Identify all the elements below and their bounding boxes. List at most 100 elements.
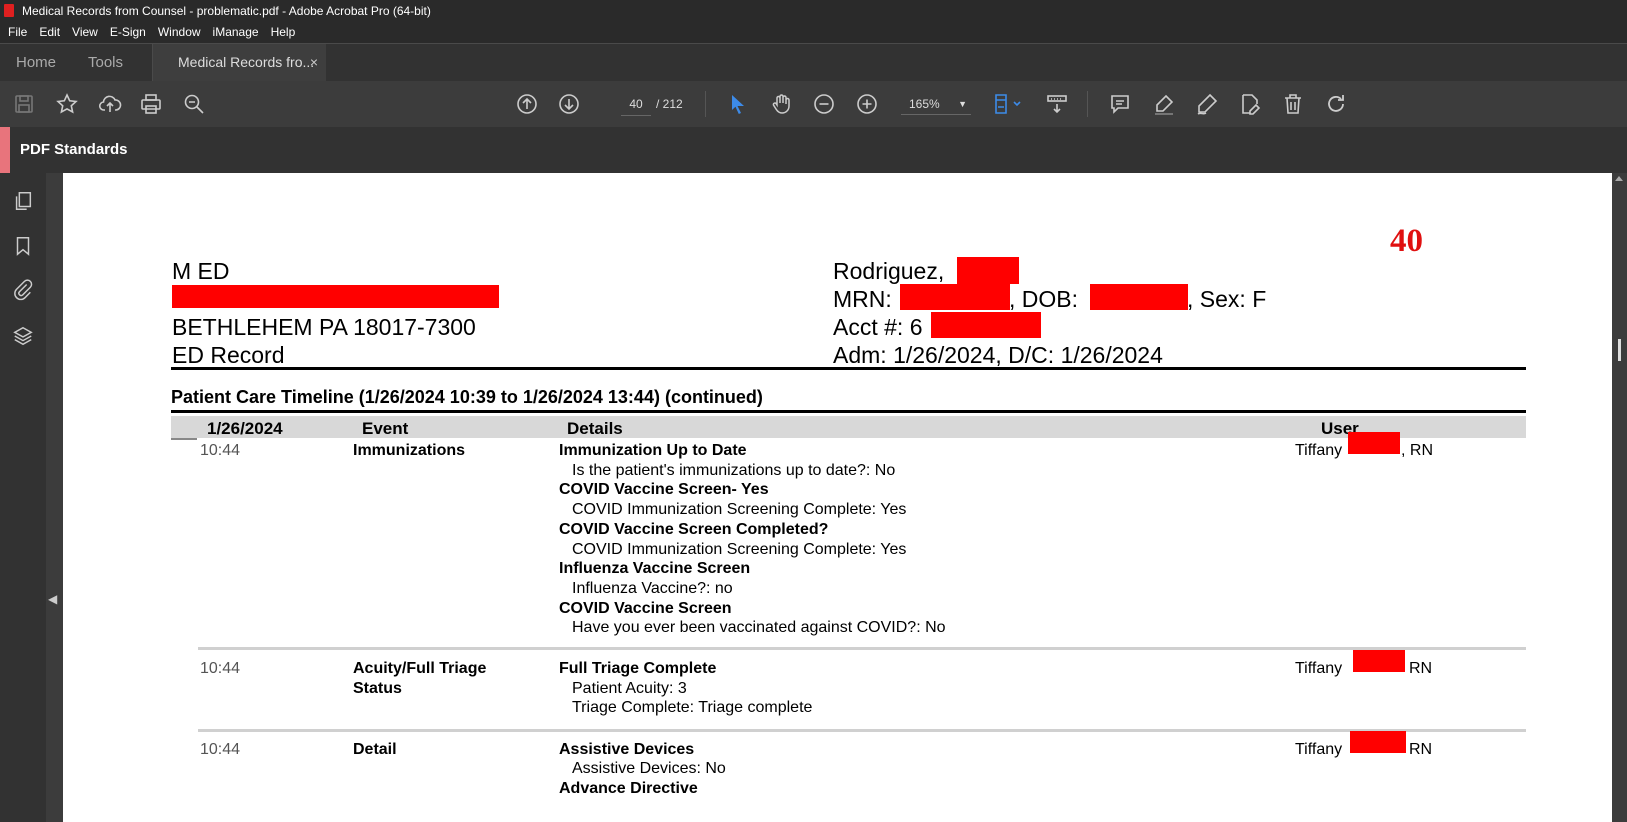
redaction [1348,432,1400,454]
save-icon[interactable] [10,90,38,118]
redaction [1350,731,1406,753]
patient-name: Rodriguez, [833,258,945,284]
detail-heading: Advance Directive [559,780,698,797]
row-event-cont: Status [353,680,402,697]
standards-accent [0,127,10,173]
detail-value: COVID Immunization Screening Complete: Y… [572,541,907,558]
pdf-page: 40 M ED BETHLEHEM PA 18017-7300 ED Recor… [63,173,1612,822]
toolbar-divider [1087,91,1088,117]
column-details: Details [567,419,623,438]
select-tool-icon[interactable] [724,90,752,118]
detail-value: Is the patient's immunizations up to dat… [572,462,896,479]
comment-icon[interactable] [1106,90,1134,118]
row-separator [198,729,1526,732]
zoom-out-icon[interactable] [810,90,838,118]
zoom-select[interactable]: 165% ▼ [901,93,971,115]
timeline-title: Patient Care Timeline (1/26/2024 10:39 t… [171,387,763,407]
zoom-in-icon[interactable] [853,90,881,118]
collapse-panel-icon[interactable]: ◀ [48,592,57,606]
draw-freeform-icon[interactable] [1193,90,1221,118]
redaction [900,284,1010,310]
redaction [1090,284,1188,310]
row-event: Acuity/Full Triage [353,660,487,677]
detail-value: COVID Immunization Screening Complete: Y… [572,501,907,518]
zoom-value: 165% [909,97,940,111]
detail-heading: COVID Vaccine Screen- Yes [559,481,769,498]
user-role: , RN [1401,442,1433,459]
user-role: RN [1409,660,1433,677]
row-time: 10:44 [200,660,241,677]
menu-imanage[interactable]: iManage [207,22,265,43]
facility-address: BETHLEHEM PA 18017-7300 [172,314,476,340]
cloud-upload-icon[interactable] [96,90,124,118]
tab-tools[interactable]: Tools [88,44,123,81]
row-marker [171,438,197,440]
toolbar-divider [705,91,706,117]
attachments-icon[interactable] [10,277,36,303]
timeline-column-header: 1/26/2024 Event Details User [171,416,1526,438]
menu-esign[interactable]: E-Sign [104,22,152,43]
user-name: Tiffany [1295,741,1343,758]
row-event: Detail [353,741,397,758]
menu-file[interactable]: File [2,22,33,43]
dob-label: , DOB: [1009,286,1079,312]
detail-heading: COVID Vaccine Screen [559,600,732,617]
next-page-icon[interactable] [555,90,583,118]
pdf-standards-label[interactable]: PDF Standards [20,127,128,173]
menu-window[interactable]: Window [152,22,207,43]
hand-tool-icon[interactable] [767,90,795,118]
layers-icon[interactable] [10,323,36,349]
previous-page-icon[interactable] [513,90,541,118]
print-icon[interactable] [137,90,165,118]
detail-value: Patient Acuity: 3 [572,680,687,697]
column-event: Event [362,419,409,438]
user-role: RN [1409,741,1433,758]
highlight-icon[interactable] [1150,90,1178,118]
record-type: ED Record [172,342,285,368]
close-tab-icon[interactable]: × [310,44,318,81]
rotate-icon[interactable] [1322,90,1350,118]
menu-help[interactable]: Help [265,22,302,43]
menu-bar: File Edit View E-Sign Window iManage Hel… [0,22,1627,43]
vertical-scrollbar[interactable] [1612,173,1627,822]
scroll-mode-icon[interactable] [1043,90,1071,118]
redaction [931,312,1041,338]
detail-value: Assistive Devices: No [572,760,726,777]
title-rule [171,410,1526,413]
menu-view[interactable]: View [66,22,104,43]
page-thumbnails-icon[interactable] [10,188,36,214]
scroll-up-icon[interactable] [1615,176,1623,181]
page-total: / 212 [656,97,683,111]
fit-page-icon[interactable] [989,90,1025,118]
page-stamp: 40 [1390,223,1423,259]
tab-bar: Home Tools Medical Records fro... × [0,43,1627,81]
menu-edit[interactable]: Edit [33,22,66,43]
page-number-input[interactable]: 40 [621,93,651,116]
row-time: 10:44 [200,741,241,758]
column-date: 1/26/2024 [207,419,283,438]
left-nav-panel [0,173,46,822]
detail-value: Influenza Vaccine?: no [572,580,733,597]
row-event: Immunizations [353,442,466,459]
detail-value: Have you ever been vaccinated against CO… [572,619,946,636]
mrn-label: MRN: [833,286,892,312]
tab-document[interactable]: Medical Records fro... × [152,44,326,81]
scrollbar-thumb[interactable] [1618,339,1621,361]
detail-heading: COVID Vaccine Screen Completed? [559,521,829,538]
redaction [957,257,1019,284]
bookmarks-icon[interactable] [10,233,36,259]
tab-home[interactable]: Home [16,44,56,81]
user-name: Tiffany [1295,442,1343,459]
title-bar: Medical Records from Counsel - problemat… [0,0,1627,22]
account-label: Acct #: 6 [833,314,923,340]
star-icon[interactable] [53,90,81,118]
row-time: 10:44 [200,442,241,459]
user-name: Tiffany [1295,660,1343,677]
window-title: Medical Records from Counsel - problemat… [22,4,431,18]
redaction [1353,650,1405,672]
detail-heading: Full Triage Complete [559,660,717,677]
zoom-search-icon[interactable] [180,90,208,118]
edit-text-icon[interactable] [1236,90,1264,118]
delete-icon[interactable] [1279,90,1307,118]
redaction [172,285,499,308]
